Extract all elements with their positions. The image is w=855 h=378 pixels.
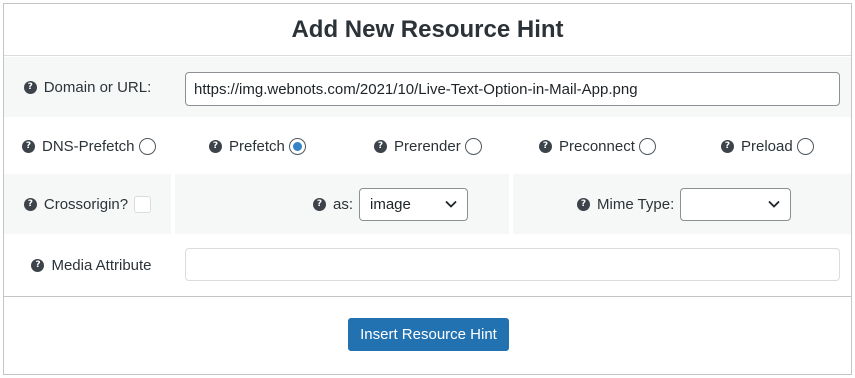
- media-row: ? Media Attribute: [4, 234, 851, 296]
- preload-radio[interactable]: [796, 137, 814, 155]
- help-icon[interactable]: ?: [374, 139, 387, 153]
- prefetch-radio[interactable]: [288, 137, 306, 155]
- hint-type-preconnect[interactable]: ? Preconnect: [539, 118, 656, 174]
- help-icon[interactable]: ?: [721, 139, 734, 153]
- mime-type-select[interactable]: [680, 187, 792, 221]
- hint-type-label: Preconnect: [559, 137, 635, 155]
- crossorigin-cell: ? Crossorigin?: [4, 174, 171, 234]
- prerender-radio[interactable]: [464, 137, 482, 155]
- mime-cell: ? Mime Type:: [513, 174, 851, 234]
- chevron-down-icon: [445, 200, 457, 208]
- media-label-cell: ? Media Attribute: [4, 234, 179, 296]
- media-label: Media Attribute: [51, 256, 152, 274]
- hint-type-label: Prefetch: [229, 137, 285, 155]
- help-icon[interactable]: ?: [23, 80, 37, 94]
- domain-input-cell: [175, 57, 851, 117]
- help-icon[interactable]: ?: [209, 139, 222, 153]
- mime-label: Mime Type:: [597, 195, 675, 213]
- chevron-down-icon: [768, 200, 780, 208]
- help-icon[interactable]: ?: [539, 139, 552, 153]
- help-icon[interactable]: ?: [313, 197, 326, 211]
- hint-type-row: ? DNS-Prefetch ? Prefetch ? Prerender ? …: [4, 118, 851, 174]
- help-icon[interactable]: ?: [23, 197, 37, 211]
- as-select[interactable]: image: [359, 187, 469, 221]
- hint-type-prefetch[interactable]: ? Prefetch: [209, 118, 306, 174]
- media-attribute-input[interactable]: [185, 248, 840, 281]
- hint-type-label: Preload: [741, 137, 793, 155]
- crossorigin-checkbox[interactable]: [134, 195, 152, 213]
- hint-type-preload[interactable]: ? Preload: [721, 118, 814, 174]
- page-title: Add New Resource Hint: [4, 4, 851, 56]
- crossorigin-label: Crossorigin?: [43, 195, 129, 213]
- dns-prefetch-radio[interactable]: [138, 137, 156, 155]
- insert-resource-hint-button[interactable]: Insert Resource Hint: [348, 318, 509, 351]
- domain-label: Domain or URL:: [43, 78, 152, 96]
- help-icon[interactable]: ?: [22, 139, 35, 153]
- resource-hint-panel: Add New Resource Hint ? Domain or URL: ?…: [3, 3, 852, 375]
- options-row: ? Crossorigin? ? as: image ? Mime Type:: [4, 174, 851, 234]
- preconnect-radio[interactable]: [638, 137, 656, 155]
- as-cell: ? as: image: [175, 174, 509, 234]
- help-icon[interactable]: ?: [577, 197, 590, 211]
- hint-type-label: DNS-Prefetch: [42, 137, 135, 155]
- as-select-value: image: [370, 195, 411, 213]
- hint-type-dns-prefetch[interactable]: ? DNS-Prefetch: [22, 118, 156, 174]
- hint-type-label: Prerender: [394, 137, 461, 155]
- divider: [4, 296, 851, 297]
- domain-url-input[interactable]: [185, 72, 840, 106]
- hint-type-prerender[interactable]: ? Prerender: [374, 118, 482, 174]
- domain-row: ? Domain or URL:: [4, 57, 851, 117]
- domain-label-cell: ? Domain or URL:: [4, 57, 171, 117]
- help-icon[interactable]: ?: [31, 258, 45, 272]
- as-label: as:: [333, 195, 354, 213]
